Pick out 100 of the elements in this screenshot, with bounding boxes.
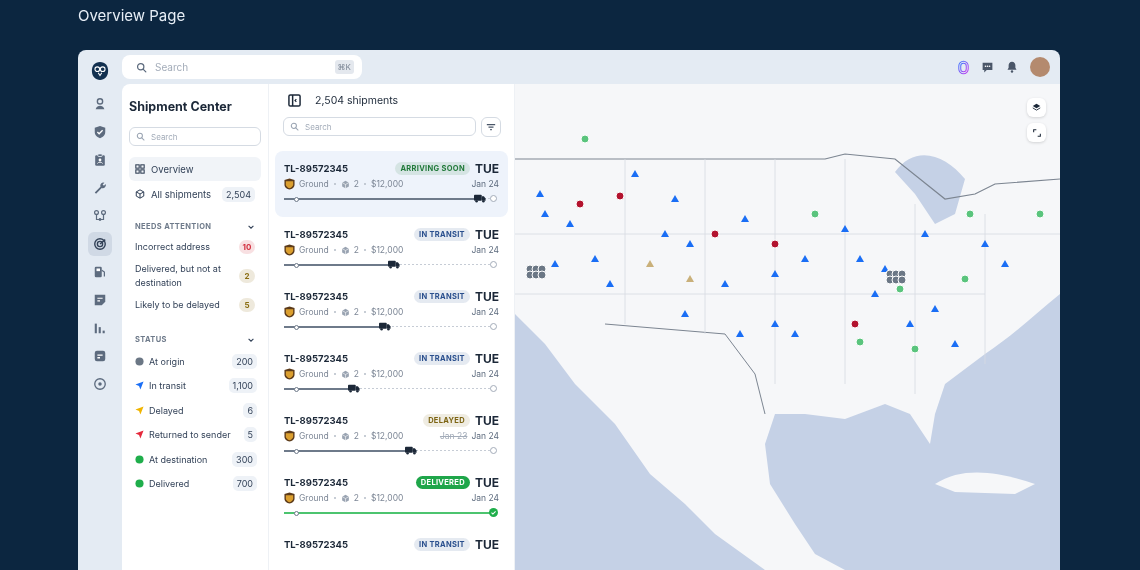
delivery-date: Jan 24 [471,431,499,441]
nav-rail-button[interactable] [88,232,112,256]
shipment-value: $12,000 [370,493,404,503]
service-level: Ground [299,431,329,441]
fuel-pump-icon [93,265,107,279]
nav-item[interactable]: Overview [129,157,261,181]
page-title: Overview Page [78,6,186,25]
destination-marker [490,385,497,392]
package-icon [340,245,350,255]
count-badge: 300 [232,451,257,467]
list-item[interactable]: Delivered [149,478,228,490]
delivery-date: Jan 24 [471,369,499,379]
delivery-day: TUE [474,351,499,366]
clipboard-icon [93,153,107,167]
shipment-value: $12,000 [370,245,404,255]
delivery-date: Jan 24 [471,245,499,255]
panel-title: Shipment Center [129,99,233,114]
tracking-number: TL-89572345 [284,163,350,174]
bar-chart-icon [93,321,107,335]
count-badge: 6 [243,402,257,418]
truck-icon [474,194,487,203]
list-item[interactable]: In transit [149,380,224,392]
package-icon [340,369,350,379]
shipment-count: 2,504 shipments [315,94,399,107]
bell-icon[interactable] [1006,61,1018,73]
count-badge: 10 [239,240,255,254]
tracking-number: TL-89572345 [284,539,350,550]
tracking-number: TL-89572345 [284,415,350,426]
list-item[interactable]: Delayed [149,404,239,416]
destination-marker [490,261,497,268]
package-icon [340,493,350,503]
cube-icon [135,189,145,199]
list-item[interactable]: Returned to sender [149,429,239,441]
package-count: 2 [353,369,359,379]
tracking-number: TL-89572345 [284,353,350,364]
count-badge: 700 [232,476,257,492]
truck-icon [347,384,360,393]
count-badge: 1,100 [228,378,257,394]
tracking-number: TL-89572345 [284,291,350,302]
list-item[interactable]: Incorrect address [135,240,210,254]
chat-icon[interactable] [981,60,994,74]
truck-icon [404,446,417,455]
package-count: 2 [353,307,359,317]
destination-marker [490,323,497,330]
delivery-day: TUE [474,413,499,428]
list-item[interactable]: Likely to be delayed [135,298,220,312]
nav-item[interactable]: All shipments 2,504 [129,182,261,206]
delivery-day: TUE [474,289,499,304]
count-badge: 2 [239,269,255,283]
tracking-number: TL-89572345 [284,477,350,488]
search-icon [290,122,299,131]
delivery-day: TUE [474,475,499,490]
check-circle-icon [489,508,498,517]
service-level: Ground [299,369,329,379]
layers-icon [1032,103,1041,112]
truck-icon [379,322,392,331]
destination-marker [490,447,497,454]
package-icon [340,431,350,441]
list-item[interactable]: Delivered, but not at destination [135,262,233,290]
shield-logo-icon [284,368,295,380]
shipment-value: $12,000 [370,307,404,317]
list-item[interactable]: At destination [149,453,228,465]
shield-logo-icon [284,244,295,256]
wrench-icon [93,181,107,195]
grid-icon [135,164,145,174]
count-badge: 5 [243,427,257,443]
search-icon [136,132,145,141]
package-count: 2 [353,493,359,503]
delivery-date: Jan 24 [471,179,499,189]
truck-icon [387,260,400,269]
package-icon [340,307,350,317]
delivery-day: TUE [474,227,499,242]
expand-icon [1032,128,1041,137]
shortcut-key: ⌘K [334,60,354,74]
sidebar-toggle-icon[interactable] [288,94,301,107]
shield-logo-icon [284,178,295,190]
filter-icon [486,122,496,132]
list-item[interactable]: At origin [149,355,228,367]
count-badge: 2,504 [222,186,255,202]
package-count: 2 [353,245,359,255]
service-level: Ground [299,179,329,189]
search-icon [136,61,147,73]
delivery-day: TUE [474,537,499,552]
delivery-day: TUE [474,161,499,176]
route-icon [93,209,107,223]
shield-logo-icon [284,306,295,318]
shield-logo-icon [284,430,295,442]
avatar[interactable] [1030,57,1050,77]
filter-button[interactable] [481,117,501,137]
shipment-value: $12,000 [370,179,404,189]
tracking-number: TL-89572345 [284,229,350,240]
destination-marker [490,195,497,202]
card-icon [93,349,107,363]
delivery-date: Jan 24 [471,307,499,317]
note-icon [93,293,107,307]
target-icon [93,377,107,391]
radar-icon [93,237,107,251]
owl-logo-icon[interactable] [91,61,109,81]
shield-logo-icon [284,492,295,504]
package-count: 2 [353,431,359,441]
